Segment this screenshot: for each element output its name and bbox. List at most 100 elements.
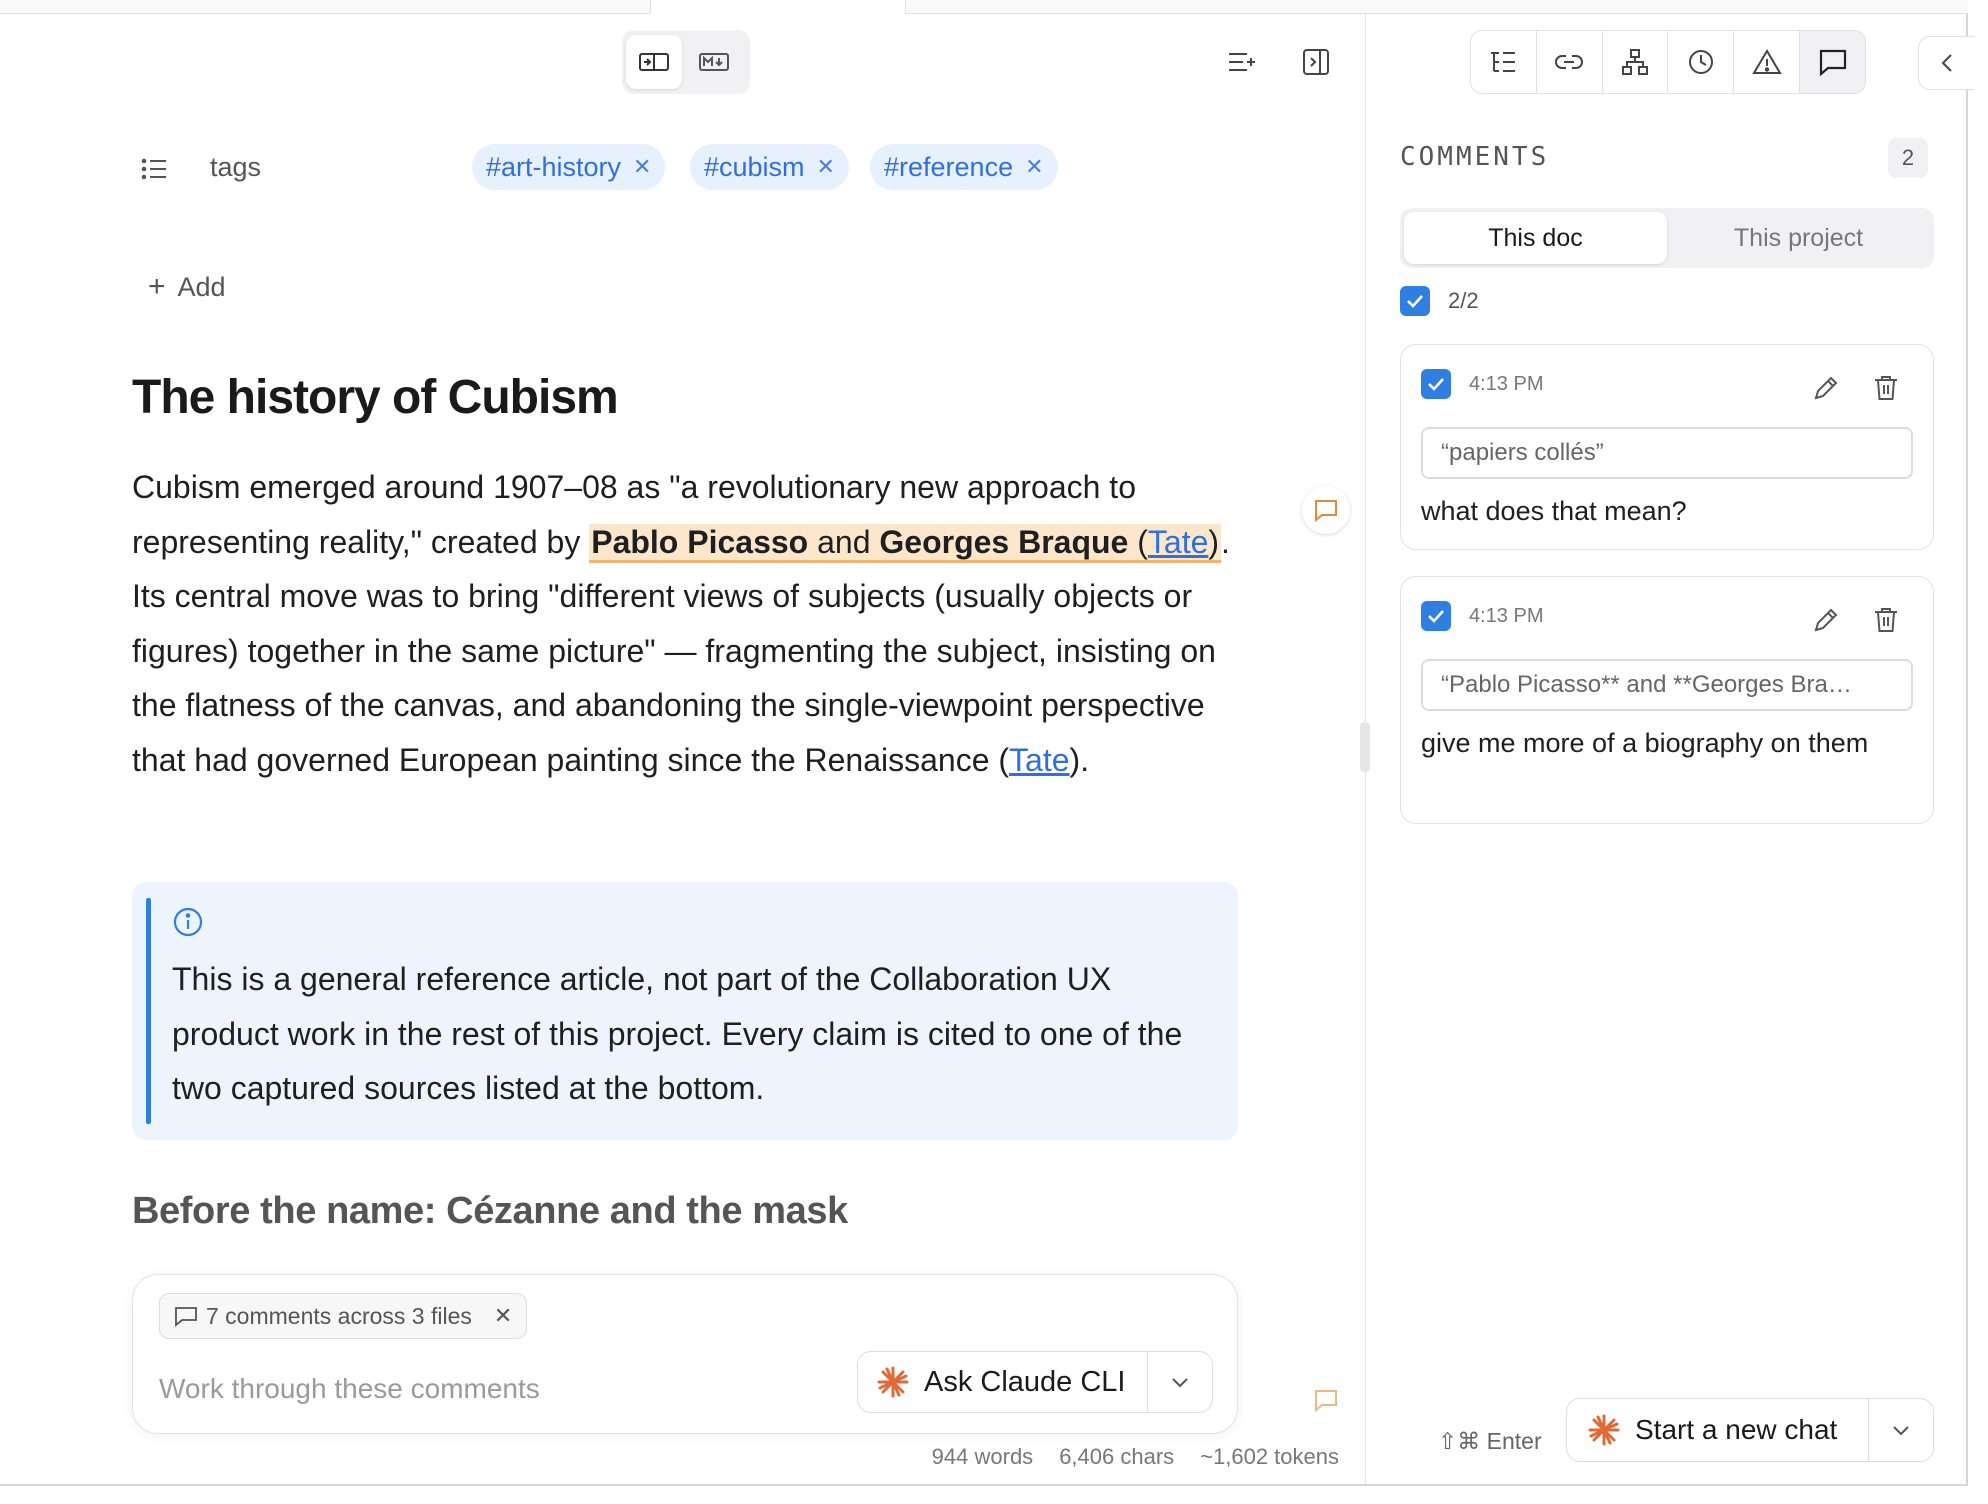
tab-comments[interactable] [1800,31,1865,93]
plus-icon: + [148,270,166,303]
select-all-checkbox[interactable] [1400,286,1430,316]
tab-this-doc[interactable]: This doc [1404,212,1667,264]
new-chat-button[interactable]: Start a new chat [1566,1398,1934,1462]
chat-composer: 7 comments across 3 files ✕ Work through… [132,1274,1238,1434]
pencil-icon[interactable] [1811,373,1841,403]
highlight-text: and [808,523,880,560]
commented-highlight[interactable]: Pablo Picasso and Georges Braque (Tate) [589,523,1222,563]
tags-label: tags [210,152,262,182]
remove-tag-icon[interactable]: ✕ [633,154,651,180]
ask-claude-label: Ask Claude CLI [924,1365,1126,1398]
tab-warnings[interactable] [1734,31,1801,93]
comments-icon [1819,49,1846,76]
margin-comment-button[interactable] [1302,1376,1350,1424]
comment-body: give me more of a biography on them [1421,728,1869,758]
char-count: 6,406 chars [1059,1444,1175,1469]
para-text: ). [1069,741,1090,778]
tag-chip[interactable]: #cubism ✕ [690,144,849,190]
document-title[interactable]: The history of Cubism [132,370,619,425]
token-count: ~1,602 tokens [1200,1444,1339,1469]
highlight-text: ( [1128,523,1148,560]
add-label: Add [177,271,226,302]
tab-outline[interactable] [1471,31,1537,93]
comment-header: 4:13 PM [1421,601,1543,631]
comment-time: 4:13 PM [1469,372,1544,395]
remove-tag-icon[interactable]: ✕ [1025,154,1043,180]
tab-graph[interactable] [1603,31,1669,93]
editor-pane: tags #art-history ✕ #cubism ✕ #reference… [0,14,1365,1484]
chevron-down-icon [1172,1378,1188,1388]
panel-toggle-button[interactable] [1294,40,1338,84]
tab-strip [0,0,1968,14]
ask-claude-dropdown[interactable] [1148,1375,1212,1389]
body-paragraph[interactable]: Cubism emerged around 1907–08 as "a revo… [132,460,1242,787]
pencil-icon[interactable] [1811,605,1841,635]
claude-sparkle-icon [1588,1414,1620,1446]
outline-icon [1491,52,1516,72]
tab-history[interactable] [1668,31,1735,93]
citation-link[interactable]: Tate [1009,742,1069,778]
comment-quote[interactable]: “papiers collés” [1421,427,1913,479]
markdown-view-button[interactable] [686,35,742,89]
comment-card: 4:13 PM “Pablo Picasso** and **Georges B… [1400,576,1934,824]
select-all-row: 2/2 [1400,286,1479,316]
app-window: tags #art-history ✕ #cubism ✕ #reference… [0,0,1974,1486]
warning-icon [1751,49,1782,74]
tag-chip[interactable]: #art-history ✕ [472,144,666,190]
tag-text: #art-history [486,151,622,182]
chevron-down-icon [1893,1426,1909,1436]
tag-text: #cubism [704,151,805,182]
remove-chip-icon[interactable]: ✕ [494,1303,512,1329]
comment-checkbox[interactable] [1421,601,1451,631]
comment-bubble-icon [1315,500,1337,523]
section-heading[interactable]: Before the name: Cézanne and the mask [132,1190,848,1233]
outline-add-button[interactable] [1220,40,1264,84]
ask-claude-button[interactable]: Ask Claude CLI [857,1351,1213,1413]
chevron-left-icon [1941,54,1952,72]
add-property-button[interactable]: + Add [148,270,226,304]
shortcut-hint: ⇧⌘ Enter [1438,1428,1542,1454]
word-count: 944 words [931,1444,1034,1469]
list-icon [141,158,166,180]
remove-tag-icon[interactable]: ✕ [817,154,835,180]
comment-quote[interactable]: “Pablo Picasso** and **Georges Bra… [1421,659,1913,711]
panel-toggle-icon [1303,49,1329,75]
split-view-button[interactable] [626,35,682,89]
ask-claude-main[interactable]: Ask Claude CLI [858,1352,1148,1412]
comment-bubble-icon [175,1307,197,1327]
callout-text[interactable]: This is a general reference article, not… [172,952,1212,1116]
citation-link[interactable]: Tate [1148,524,1208,560]
highlight-name: Pablo Picasso [591,523,809,560]
view-mode-toggle [622,30,750,94]
tab-this-project[interactable]: This project [1667,212,1930,264]
margin-comment-button[interactable] [1302,486,1350,534]
new-chat-main[interactable]: Start a new chat [1567,1399,1869,1461]
new-chat-label: Start a new chat [1635,1414,1838,1445]
panel-tabs [1470,30,1866,94]
comment-count-badge: 2 [1888,138,1928,178]
comment-card: 4:13 PM “papiers collés” what does that … [1400,344,1934,550]
comments-panel: COMMENTS 2 This doc This project 2/2 4:1… [1366,14,1974,1484]
tags-property-row: tags #art-history ✕ #cubism ✕ #reference… [140,144,1240,194]
check-icon [1428,378,1444,391]
markdown-icon [699,53,729,71]
comments-heading: COMMENTS [1400,142,1550,172]
comment-checkbox[interactable] [1421,369,1451,399]
trash-icon[interactable] [1871,373,1901,403]
callout-bar [146,898,151,1124]
tag-chip[interactable]: #reference ✕ [870,144,1058,190]
new-chat-dropdown[interactable] [1869,1423,1933,1437]
scope-toggle: This doc This project [1400,208,1934,268]
outline-add-icon [1229,53,1255,71]
link-icon [1555,55,1584,69]
collapse-panel-button[interactable] [1918,36,1974,90]
active-tab[interactable] [650,0,906,14]
graph-icon [1622,49,1649,75]
chat-input[interactable]: Work through these comments [159,1373,540,1405]
info-callout: This is a general reference article, not… [132,882,1238,1140]
info-icon [173,907,203,937]
tag-text: #reference [884,151,1014,182]
tab-links[interactable] [1537,31,1603,93]
trash-icon[interactable] [1871,605,1901,635]
context-chip[interactable]: 7 comments across 3 files ✕ [159,1293,528,1339]
